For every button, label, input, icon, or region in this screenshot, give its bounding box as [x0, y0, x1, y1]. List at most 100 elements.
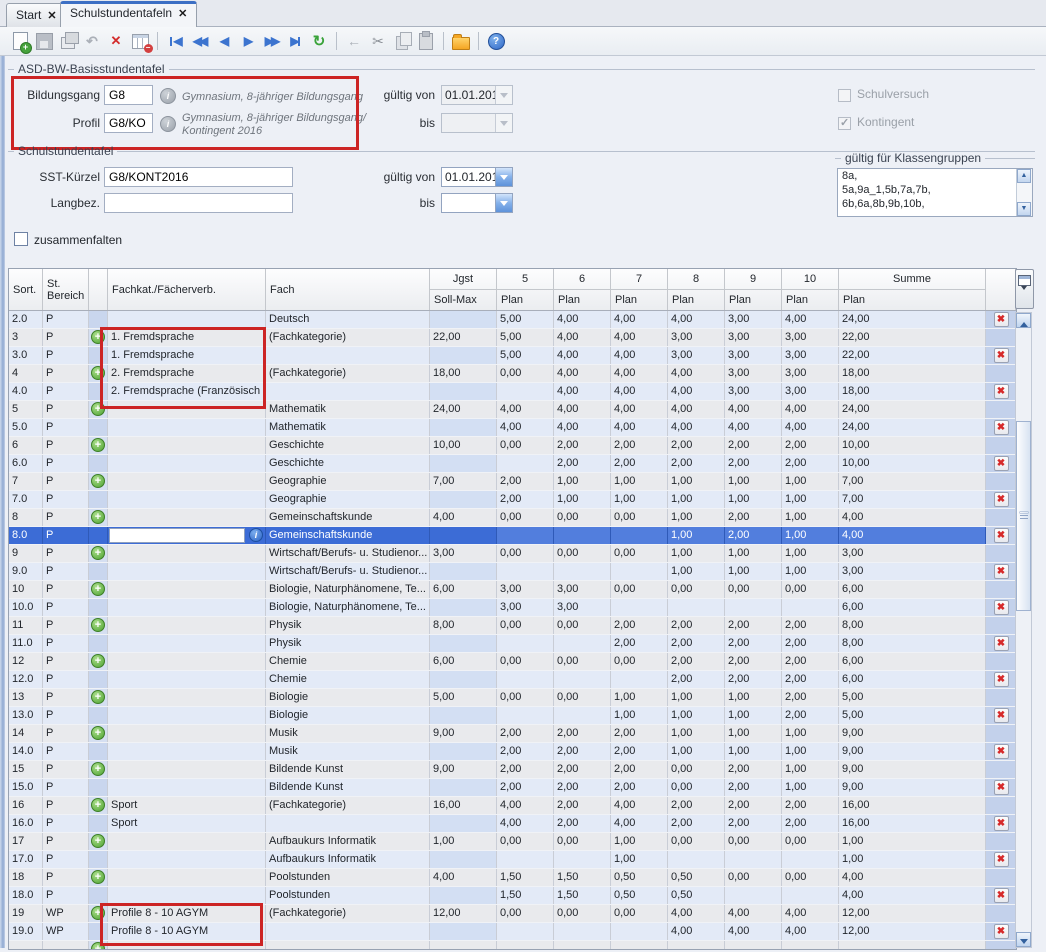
- table-row[interactable]: 15P+Bildende Kunst9,002,002,002,000,002,…: [9, 761, 1016, 779]
- delete-record-icon[interactable]: ✕: [105, 31, 127, 51]
- table-row[interactable]: 19WP+Profile 8 - 10 AGYM(Fachkategorie)1…: [9, 905, 1016, 923]
- profil-input[interactable]: [104, 113, 153, 133]
- table-row[interactable]: 7P+Geographie7,002,001,001,001,001,001,0…: [9, 473, 1016, 491]
- info-icon[interactable]: i: [249, 528, 263, 542]
- scroll-up-icon[interactable]: ▲: [1017, 169, 1031, 183]
- table-row[interactable]: 10.0PBiologie, Naturphänomene, Te...3,00…: [9, 599, 1016, 617]
- add-subject-button[interactable]: +: [91, 582, 105, 596]
- table-row[interactable]: 16.0PSport4,002,004,002,002,002,0016,00✖: [9, 815, 1016, 833]
- table-row[interactable]: 18.0PPoolstunden1,501,500,500,504,00✖: [9, 887, 1016, 905]
- save-icon[interactable]: [33, 31, 55, 51]
- nav-first-icon[interactable]: ◀: [164, 31, 186, 51]
- add-subject-button[interactable]: +: [91, 402, 105, 416]
- nav-last-icon[interactable]: ▶: [284, 31, 306, 51]
- delete-row-button[interactable]: ✖: [994, 384, 1009, 399]
- table-row[interactable]: 12P+Chemie6,000,000,000,002,002,002,006,…: [9, 653, 1016, 671]
- klassengruppen-item[interactable]: 5a,9a_1,5b,7a,7b,: [838, 183, 1032, 197]
- langbez-input[interactable]: [104, 193, 293, 213]
- delete-row-button[interactable]: ✖: [994, 600, 1009, 615]
- add-subject-button[interactable]: +: [91, 762, 105, 776]
- delete-row-button[interactable]: ✖: [994, 420, 1009, 435]
- tab-close-icon[interactable]: ✕: [47, 10, 56, 22]
- delete-row-button[interactable]: ✖: [994, 888, 1009, 903]
- add-subject-button[interactable]: +: [91, 330, 105, 344]
- table-row[interactable]: 14P+Musik9,002,002,002,001,001,001,009,0…: [9, 725, 1016, 743]
- nav-fast-prev-icon[interactable]: ◀◀: [188, 31, 210, 51]
- table-row[interactable]: 6P+Geschichte10,000,002,002,002,002,002,…: [9, 437, 1016, 455]
- add-subject-button[interactable]: +: [91, 546, 105, 560]
- add-subject-button[interactable]: +: [91, 510, 105, 524]
- table-row[interactable]: 14.0PMusik2,002,002,001,001,001,009,00✖: [9, 743, 1016, 761]
- table-row[interactable]: 8.0PiGemeinschaftskunde1,002,001,004,00✖: [9, 527, 1016, 545]
- tab-close-icon[interactable]: ✕: [178, 8, 187, 20]
- table-row[interactable]: 13P+Biologie5,000,000,001,001,001,002,00…: [9, 689, 1016, 707]
- scroll-up-icon[interactable]: [1016, 313, 1031, 328]
- table-row[interactable]: 17P+Aufbaukurs Informatik1,000,000,001,0…: [9, 833, 1016, 851]
- add-subject-button[interactable]: +: [91, 726, 105, 740]
- copy-icon[interactable]: [391, 31, 413, 51]
- add-subject-button[interactable]: +: [91, 906, 105, 920]
- table-row[interactable]: 19.0WPProfile 8 - 10 AGYM4,004,004,0012,…: [9, 923, 1016, 941]
- paste-icon[interactable]: [415, 31, 437, 51]
- klassengruppen-item[interactable]: 6b,6a,8b,9b,10b,: [838, 197, 1032, 211]
- table-row[interactable]: 9.0PWirtschaft/Berufs- u. Studienor...1,…: [9, 563, 1016, 581]
- delete-row-button[interactable]: ✖: [994, 492, 1009, 507]
- scroll-down-icon[interactable]: [1016, 932, 1031, 947]
- add-subject-button[interactable]: +: [91, 942, 105, 949]
- open-folder-icon[interactable]: [450, 31, 472, 51]
- cut-icon[interactable]: ✂: [367, 31, 389, 51]
- table-row[interactable]: 5P+Mathematik24,004,004,004,004,004,004,…: [9, 401, 1016, 419]
- new-record-icon[interactable]: [9, 31, 31, 51]
- delete-row-button[interactable]: ✖: [994, 636, 1009, 651]
- add-subject-button[interactable]: +: [91, 618, 105, 632]
- table-remove-icon[interactable]: [129, 31, 151, 51]
- table-row[interactable]: 16P+Sport(Fachkategorie)16,004,002,004,0…: [9, 797, 1016, 815]
- bildungsgang-input[interactable]: [104, 85, 153, 105]
- delete-row-button[interactable]: ✖: [994, 672, 1009, 687]
- add-subject-button[interactable]: +: [91, 654, 105, 668]
- nav-prev-icon[interactable]: ◀: [212, 31, 234, 51]
- table-row[interactable]: 5.0PMathematik4,004,004,004,004,004,0024…: [9, 419, 1016, 437]
- chevron-down-icon[interactable]: [495, 86, 512, 104]
- table-row[interactable]: 3P+1. Fremdsprache(Fachkategorie)22,005,…: [9, 329, 1016, 347]
- bis-combo-sst[interactable]: [441, 193, 513, 213]
- nav-next-icon[interactable]: ▶: [236, 31, 258, 51]
- delete-row-button[interactable]: ✖: [994, 708, 1009, 723]
- delete-row-button[interactable]: ✖: [994, 816, 1009, 831]
- nav-fast-next-icon[interactable]: ▶▶: [260, 31, 282, 51]
- help-icon[interactable]: ?: [485, 31, 507, 51]
- table-row[interactable]: 8P+Gemeinschaftskunde4,000,000,000,001,0…: [9, 509, 1016, 527]
- chevron-down-icon[interactable]: [495, 168, 512, 186]
- scrollbar-thumb[interactable]: [1016, 421, 1031, 611]
- chevron-down-icon[interactable]: [495, 114, 512, 132]
- delete-row-button[interactable]: ✖: [994, 528, 1009, 543]
- table-row[interactable]: 9P+Wirtschaft/Berufs- u. Studienor...3,0…: [9, 545, 1016, 563]
- add-subject-button[interactable]: +: [91, 438, 105, 452]
- delete-row-button[interactable]: ✖: [994, 564, 1009, 579]
- schulversuch-checkbox[interactable]: [838, 89, 851, 102]
- table-row[interactable]: 4.0P2. Fremdsprache (Französisch ...4,00…: [9, 383, 1016, 401]
- klassengruppen-item[interactable]: 8a,: [838, 169, 1032, 183]
- table-row[interactable]: 6.0PGeschichte2,002,002,002,002,0010,00✖: [9, 455, 1016, 473]
- klassengruppen-scrollbar[interactable]: ▲ ▼: [1016, 169, 1032, 216]
- table-vertical-scrollbar[interactable]: [1015, 312, 1032, 948]
- delete-row-button[interactable]: ✖: [994, 924, 1009, 939]
- scroll-down-icon[interactable]: ▼: [1017, 202, 1031, 216]
- table-row[interactable]: 2.0PDeutsch5,004,004,004,003,004,0024,00…: [9, 311, 1016, 329]
- add-subject-button[interactable]: +: [91, 366, 105, 380]
- add-subject-button[interactable]: +: [91, 690, 105, 704]
- table-row[interactable]: 4P+2. Fremdsprache(Fachkategorie)18,000,…: [9, 365, 1016, 383]
- tab-start[interactable]: Start✕: [6, 3, 67, 27]
- kontingent-checkbox[interactable]: ✓: [838, 117, 851, 130]
- bis-combo-basis[interactable]: [441, 113, 513, 133]
- zusammenfalten-checkbox[interactable]: [14, 232, 28, 246]
- tab-schulstundentafeln[interactable]: Schulstundentafeln✕: [60, 1, 197, 27]
- table-row[interactable]: 15.0PBildende Kunst2,002,002,000,002,001…: [9, 779, 1016, 797]
- back-icon[interactable]: ←: [343, 31, 365, 51]
- add-subject-button[interactable]: +: [91, 834, 105, 848]
- gueltig-von-combo-sst[interactable]: 01.01.2016: [441, 167, 513, 187]
- refresh-icon[interactable]: ↻: [308, 31, 330, 51]
- add-subject-button[interactable]: +: [91, 798, 105, 812]
- fachkat-edit-input[interactable]: [109, 528, 245, 543]
- add-subject-button[interactable]: +: [91, 474, 105, 488]
